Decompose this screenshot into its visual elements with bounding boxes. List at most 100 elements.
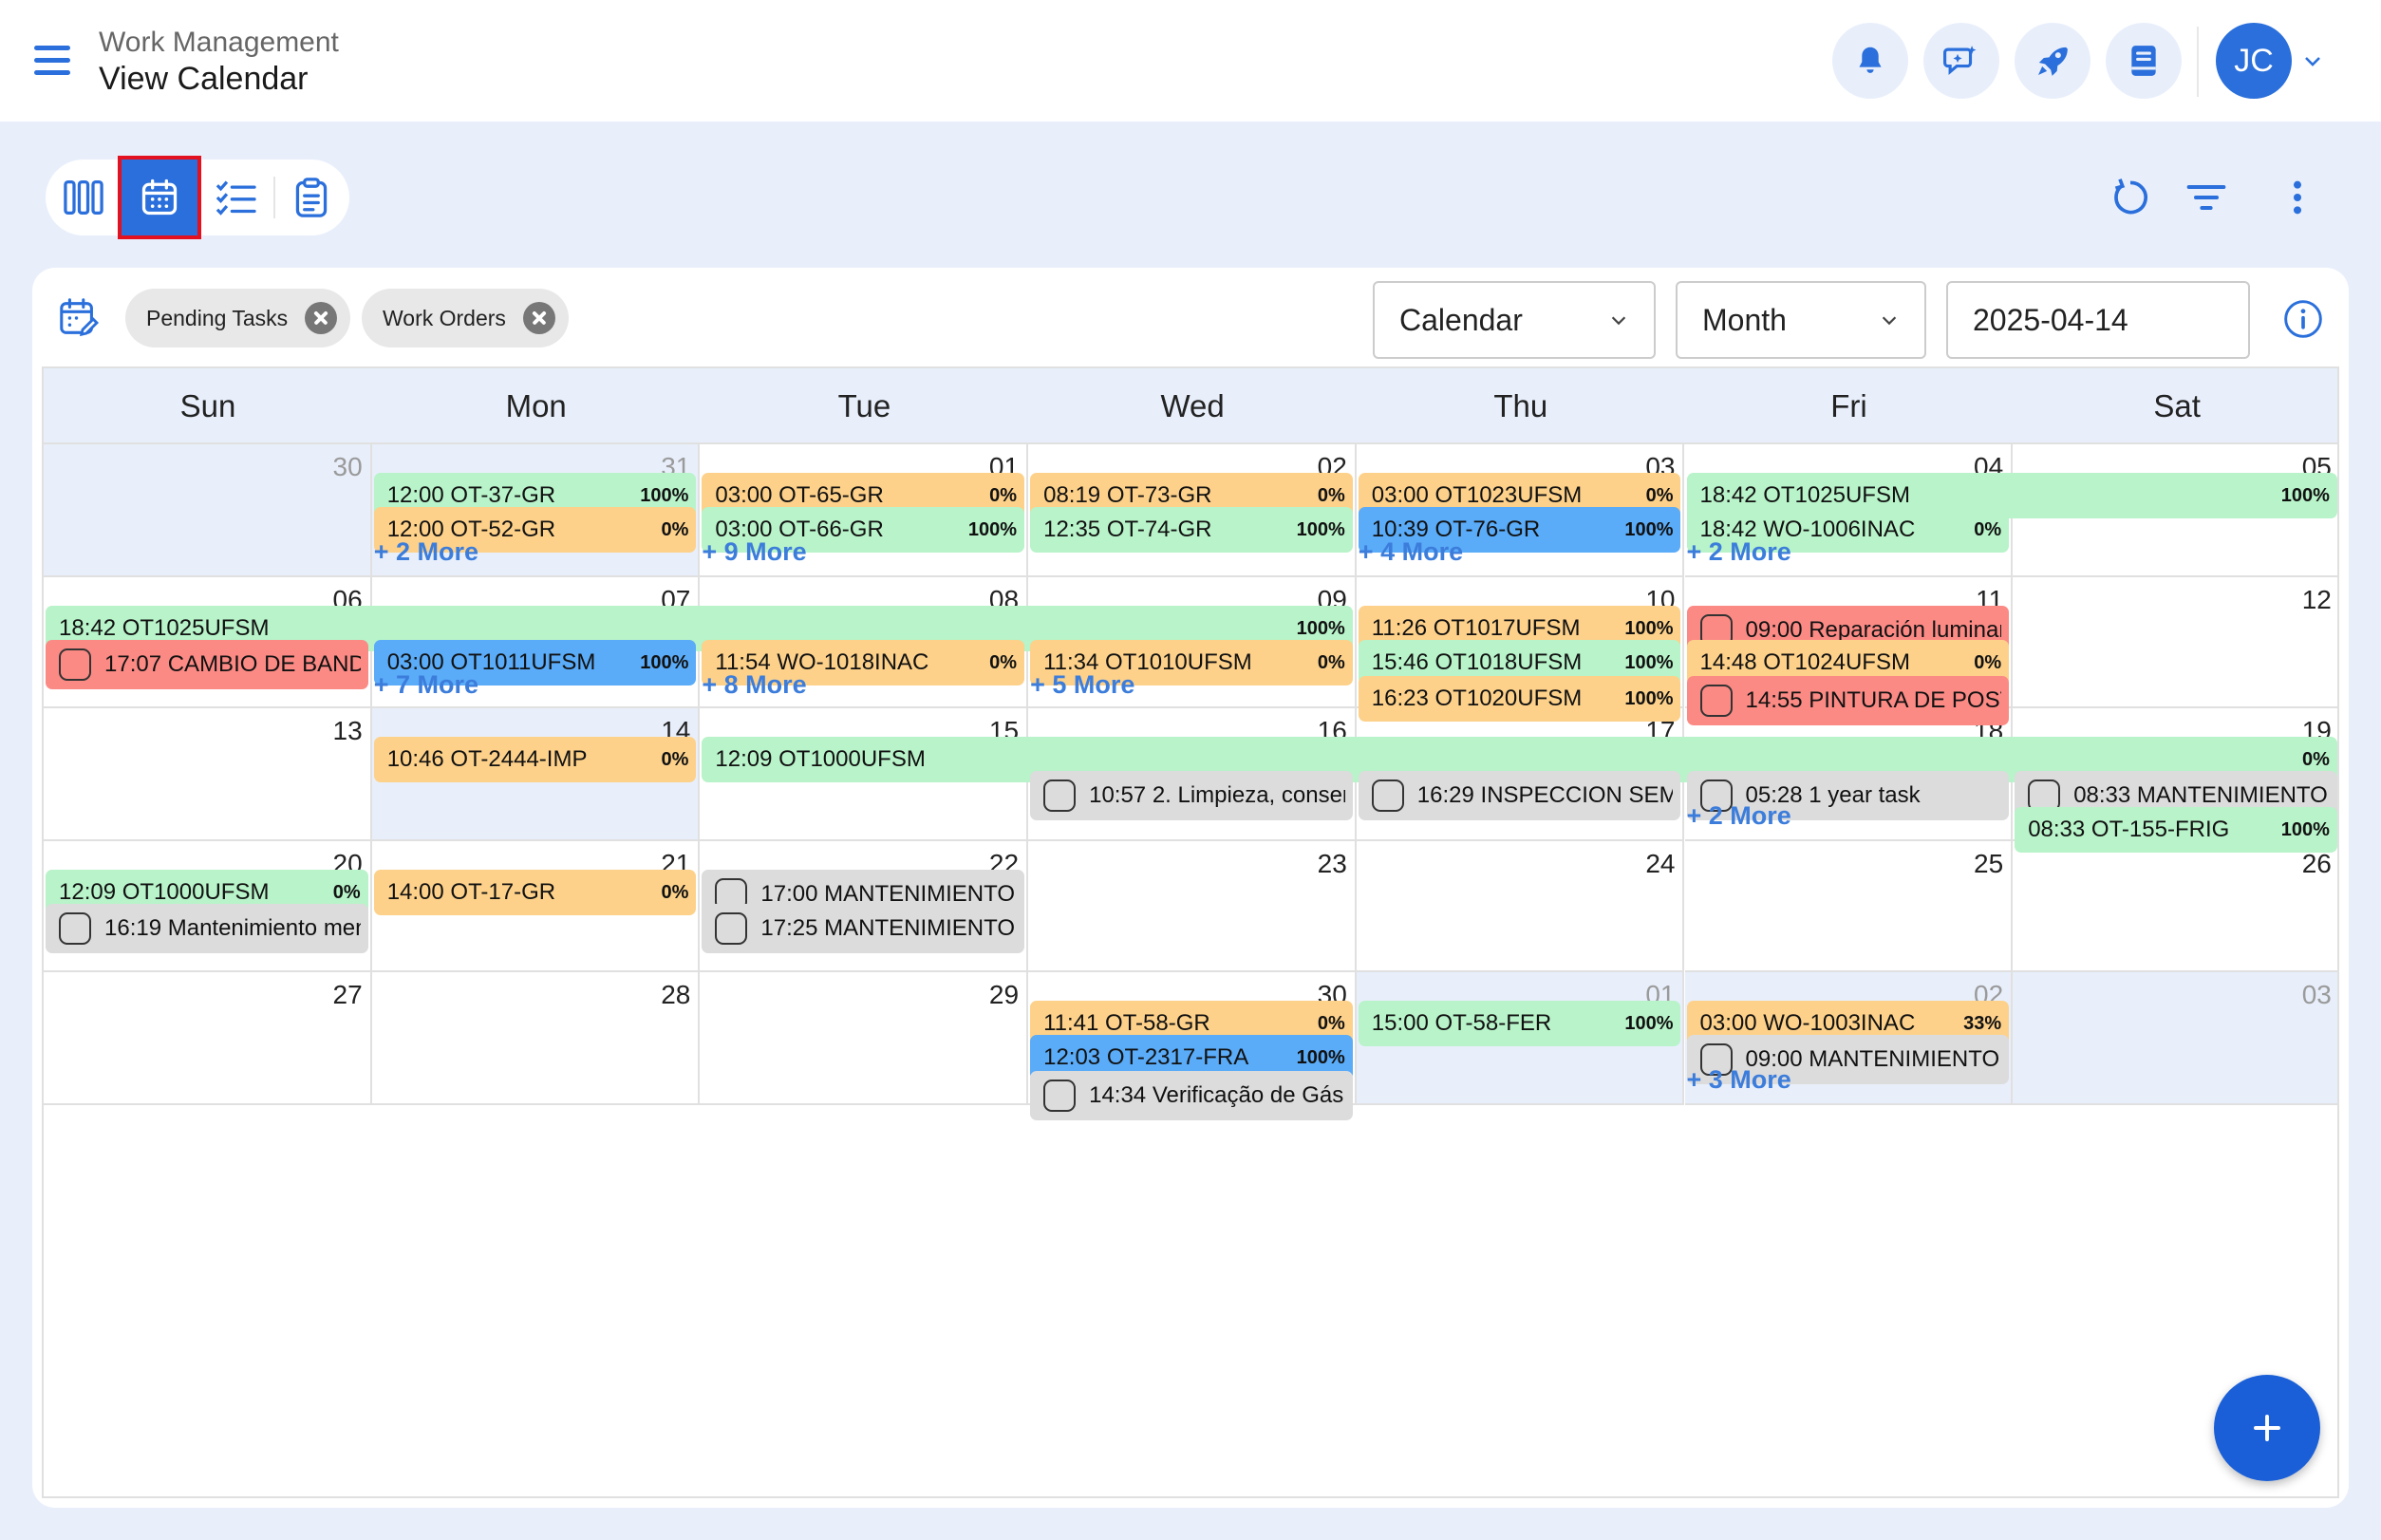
more-events-link[interactable]: + 5 More <box>1030 670 1134 700</box>
chevron-down-icon[interactable] <box>2301 49 2324 77</box>
day-cell[interactable]: 28 <box>371 972 701 1105</box>
day-cell[interactable]: 30 <box>44 444 372 577</box>
filter-chip-work-orders[interactable]: Work Orders <box>362 289 569 347</box>
work-order-event[interactable]: 16:23 OT1020UFSM 100% <box>1358 676 1681 722</box>
work-order-event[interactable]: 10:46 OT-2444-IMP 0% <box>373 737 697 782</box>
docs-button[interactable] <box>2106 23 2182 99</box>
task-checkbox[interactable] <box>1371 779 1404 812</box>
day-number[interactable]: 03 <box>2302 980 2332 1010</box>
calendar-edit-icon <box>60 298 100 337</box>
day-cell[interactable]: 26 <box>2013 841 2337 972</box>
board-view-button[interactable] <box>46 160 122 235</box>
day-cell[interactable]: 29 <box>700 972 1029 1105</box>
day-cell[interactable]: 25 <box>1684 841 2014 972</box>
plus-icon <box>2254 1415 2280 1441</box>
task-checkbox[interactable] <box>715 912 748 945</box>
source-select[interactable]: Calendar <box>1373 281 1656 359</box>
event-title: 12:35 OT-74-GR <box>1043 516 1212 542</box>
work-order-event[interactable]: 08:33 OT-155-FRIG 100% <box>2015 807 2337 853</box>
chevron-down-icon <box>1611 316 1626 326</box>
work-order-event[interactable]: 12:35 OT-74-GR 100% <box>1030 507 1353 553</box>
add-button[interactable] <box>2214 1375 2320 1481</box>
event-progress: 100% <box>2280 818 2330 840</box>
day-number[interactable]: 26 <box>2302 849 2332 879</box>
event-progress: 0% <box>332 881 361 903</box>
notifications-button[interactable] <box>1832 23 1908 99</box>
event-title: 03:00 OT1023UFSM <box>1371 482 1583 508</box>
bell-icon <box>1859 47 1882 73</box>
task-checkbox[interactable] <box>59 648 91 681</box>
more-options-button[interactable] <box>2275 175 2320 220</box>
event-progress: 33% <box>1963 1012 2002 1034</box>
task-event[interactable]: 17:07 CAMBIO DE BANDA <box>46 640 368 689</box>
more-events-link[interactable]: + 4 More <box>1359 537 1463 567</box>
more-events-link[interactable]: + 9 More <box>702 537 806 567</box>
day-number[interactable]: 23 <box>1318 849 1347 879</box>
task-event[interactable]: 10:57 2. Limpieza, conservación <box>1030 771 1353 820</box>
day-number[interactable]: 29 <box>989 980 1019 1010</box>
info-icon <box>2284 300 2322 338</box>
event-progress: 100% <box>1624 687 1674 709</box>
day-number[interactable]: 12 <box>2302 585 2332 615</box>
checklist-view-button[interactable] <box>197 160 273 235</box>
work-order-event[interactable]: 14:00 OT-17-GR 0% <box>373 870 697 915</box>
day-cell[interactable]: 13 <box>44 708 372 841</box>
task-event[interactable]: 16:29 INSPECCION SEMANAL <box>1358 771 1681 820</box>
day-cell[interactable]: 24 <box>1356 841 1685 972</box>
filter-button[interactable] <box>2184 175 2229 220</box>
remove-filter-icon[interactable] <box>522 302 555 334</box>
remove-filter-icon[interactable] <box>305 302 338 334</box>
report-view-button[interactable] <box>273 160 349 235</box>
day-number[interactable]: 13 <box>333 716 363 746</box>
event-progress: 100% <box>1296 1046 1345 1068</box>
day-cell[interactable]: 03 <box>2013 972 2337 1105</box>
event-title: 11:41 OT-58-GR <box>1043 1010 1210 1036</box>
task-checkbox[interactable] <box>59 912 91 945</box>
day-cell[interactable]: 23 <box>1028 841 1357 972</box>
day-number[interactable]: 28 <box>661 980 690 1010</box>
work-order-event[interactable]: 15:00 OT-58-FER 100% <box>1358 1001 1681 1046</box>
more-events-link[interactable]: + 2 More <box>374 537 478 567</box>
event-title: 16:29 INSPECCION SEMANAL <box>1416 782 1674 808</box>
calendar-view-button[interactable] <box>118 156 201 239</box>
view-switcher <box>46 156 349 239</box>
day-number[interactable]: 27 <box>333 980 363 1010</box>
more-events-link[interactable]: + 7 More <box>374 670 478 700</box>
task-event[interactable]: 14:34 Verificação de Gás <box>1030 1071 1353 1120</box>
task-event[interactable]: 16:19 Mantenimiento mensual <box>46 904 368 953</box>
launch-button[interactable] <box>2015 23 2090 99</box>
menu-icon[interactable] <box>34 46 72 76</box>
event-title: 12:00 OT-37-GR <box>386 482 556 508</box>
filter-chip-pending-tasks[interactable]: Pending Tasks <box>125 289 351 347</box>
calendar-settings-button[interactable] <box>57 296 101 340</box>
event-title: 10:57 2. Limpieza, conservación <box>1089 782 1345 808</box>
weekday-label: Tue <box>837 388 891 423</box>
task-checkbox[interactable] <box>1043 1080 1077 1112</box>
day-number[interactable]: 24 <box>1645 849 1675 879</box>
refresh-button[interactable] <box>2108 175 2153 220</box>
more-events-link[interactable]: + 2 More <box>1687 801 1791 831</box>
event-progress: 0% <box>2301 748 2330 770</box>
day-number[interactable]: 25 <box>1974 849 2003 879</box>
event-progress: 0% <box>661 518 689 540</box>
date-input[interactable]: 2025-04-14 <box>1946 281 2250 359</box>
assistant-button[interactable] <box>1923 23 1999 99</box>
day-cell[interactable]: 27 <box>44 972 372 1105</box>
weekday-label: Wed <box>1160 388 1225 423</box>
event-title: 16:23 OT1020UFSM <box>1371 685 1583 711</box>
event-progress: 100% <box>640 651 689 673</box>
task-event[interactable]: 17:25 MANTENIMIENTO <box>702 904 1025 953</box>
event-progress: 0% <box>1317 484 1345 506</box>
range-select[interactable]: Month <box>1676 281 1926 359</box>
event-progress: 0% <box>1317 651 1345 673</box>
day-cell[interactable]: 12 <box>2013 577 2337 708</box>
more-events-link[interactable]: + 8 More <box>702 670 806 700</box>
day-number[interactable]: 30 <box>333 452 363 482</box>
more-events-link[interactable]: + 3 More <box>1687 1065 1791 1095</box>
info-button[interactable] <box>2282 298 2324 340</box>
more-events-link[interactable]: + 2 More <box>1687 537 1791 567</box>
task-checkbox[interactable] <box>1699 685 1733 717</box>
task-event[interactable]: 14:55 PINTURA DE POSTE <box>1686 676 2010 725</box>
avatar[interactable]: JC <box>2216 23 2292 99</box>
task-checkbox[interactable] <box>1043 779 1077 812</box>
